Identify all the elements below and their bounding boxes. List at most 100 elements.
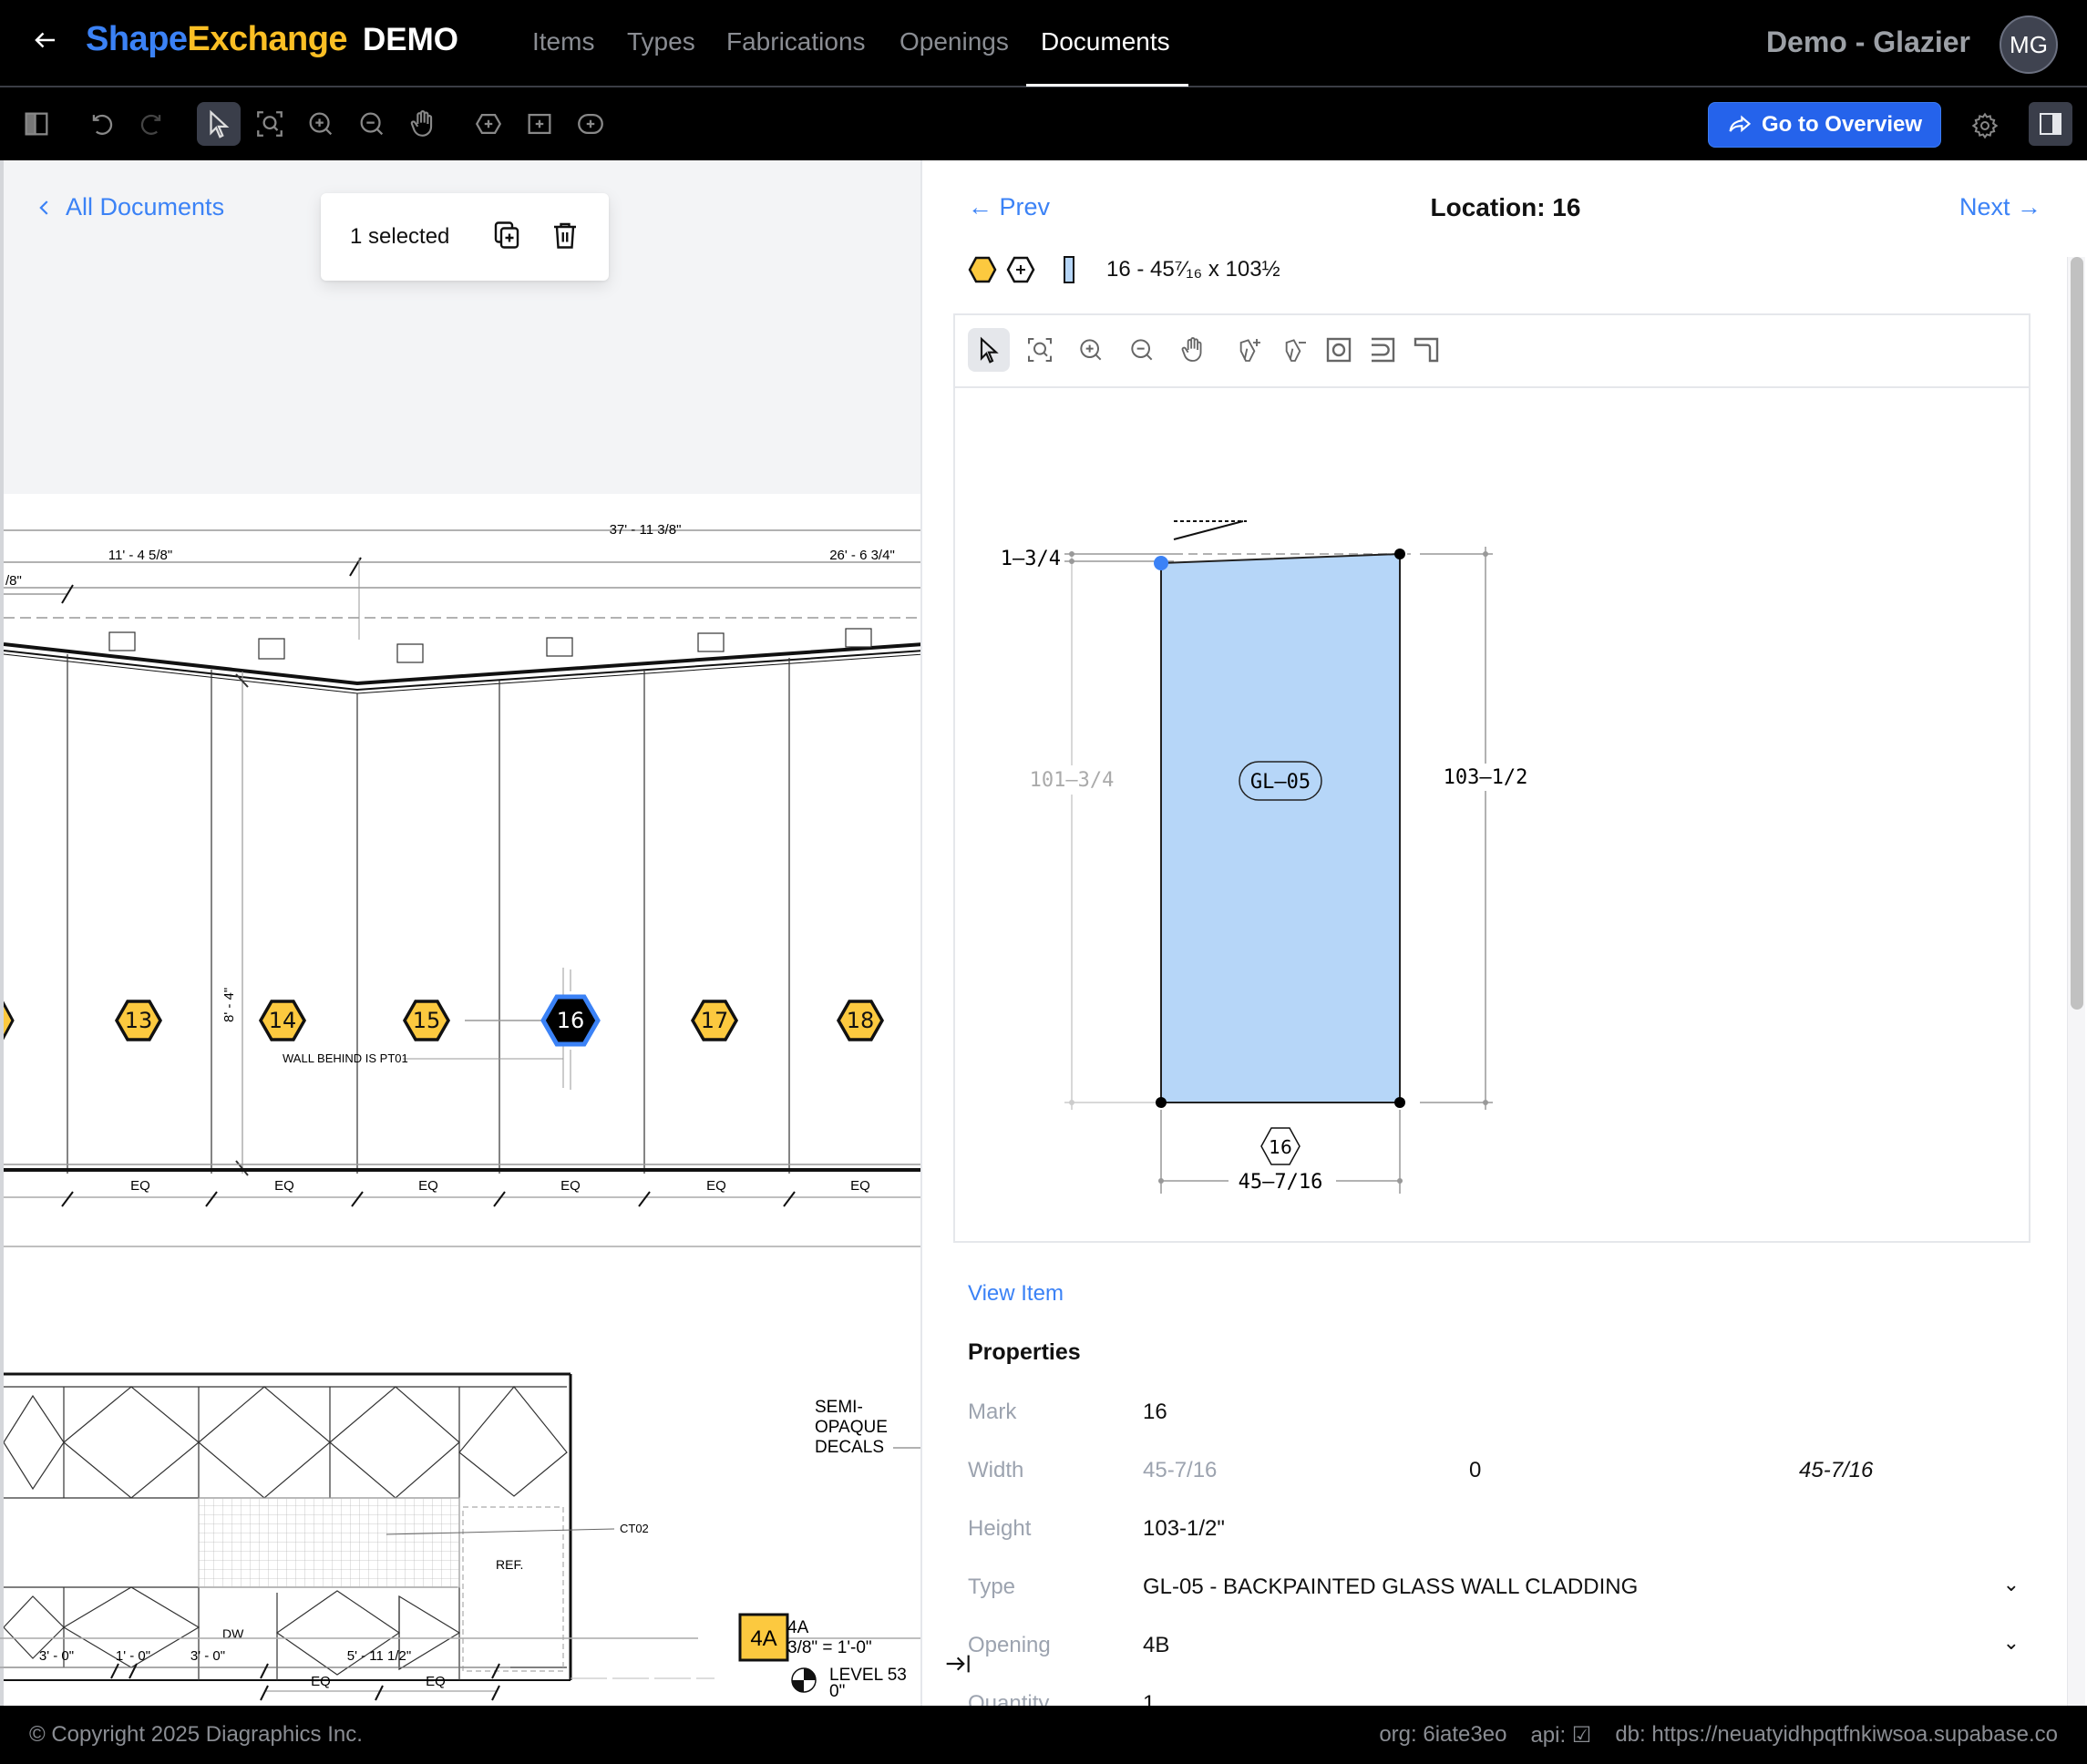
go-to-overview-button[interactable]: Go to Overview <box>1708 102 1941 148</box>
zoom-in-icon <box>1080 339 1102 361</box>
share-arrow-icon <box>1729 115 1752 133</box>
zoom-out-icon <box>360 112 384 136</box>
drawing-footer: 4A 4A 3/8" = 1'-0" 3' - 0" 1' - 0" 3' - … <box>0 1412 920 1706</box>
view-title: 4A <box>787 1618 809 1637</box>
tab-fabrications[interactable]: Fabrications <box>726 27 866 56</box>
back-button[interactable] <box>27 26 64 62</box>
type-select[interactable]: GL-05 - BACKPAINTED GLASS WALL CLADDING <box>1143 1574 1638 1600</box>
hex-tag-label: 15 <box>413 1008 441 1033</box>
note-wall-behind: WALL BEHIND IS PT01 <box>283 1051 408 1065</box>
vertex-top-left-selected[interactable] <box>1154 556 1168 570</box>
select-tool-button[interactable] <box>197 102 241 146</box>
editor-hole-button[interactable] <box>1318 328 1360 372</box>
zoom-fit-icon <box>257 111 283 137</box>
brand-shape: Shape <box>86 20 188 58</box>
dim-tick <box>205 1191 218 1207</box>
hex-tag-18[interactable]: 18 <box>836 1000 885 1041</box>
api-status: api: ☑ <box>1530 1723 1592 1748</box>
property-row-opening[interactable]: Opening 4B ⌄ <box>968 1631 2025 1669</box>
hex-tag-16[interactable]: 16 <box>540 969 601 1090</box>
vertex-top-right[interactable] <box>1394 549 1405 559</box>
dim-tick <box>638 1191 651 1207</box>
property-value[interactable]: 16 <box>1143 1400 1167 1425</box>
square-plus-icon <box>528 113 551 135</box>
chevron-down-icon[interactable]: ⌄ <box>2003 1631 2020 1655</box>
vertex-bottom-right[interactable] <box>1394 1097 1405 1108</box>
avatar[interactable]: MG <box>2000 15 2058 74</box>
dim-overall: 37' - 11 3/8" <box>610 522 682 538</box>
chevron-left-icon <box>39 200 48 215</box>
panel-shape[interactable] <box>1160 552 1401 1103</box>
property-row-type[interactable]: Type GL-05 - BACKPAINTED GLASS WALL CLAD… <box>968 1573 2025 1611</box>
hole-icon <box>1326 337 1352 363</box>
hex-tag-13[interactable]: 13 <box>114 1000 163 1041</box>
editor-select-button[interactable] <box>968 328 1010 372</box>
tab-openings[interactable]: Openings <box>900 27 1009 56</box>
hex-tag-14[interactable]: 14 <box>258 1000 307 1041</box>
hex-tag-partial[interactable] <box>4 1000 15 1041</box>
tag-layer: 13 14 15 16 17 18 <box>4 969 885 1090</box>
hexagon-plus-icon[interactable] <box>1006 256 1035 283</box>
shape-editor-toolbar <box>955 315 2029 388</box>
dim-eq: EQ <box>130 1178 150 1194</box>
add-hex-tag-button[interactable] <box>467 102 510 146</box>
editor-zoom-fit-button[interactable] <box>1019 328 1061 372</box>
property-value[interactable]: 1 <box>1143 1691 1155 1706</box>
hex-tag-17[interactable]: 17 <box>690 1000 739 1041</box>
property-value[interactable]: 45-7/16 <box>1143 1458 1217 1483</box>
vertex-bottom-left[interactable] <box>1156 1097 1167 1108</box>
scroll-thumb[interactable] <box>2071 257 2083 1010</box>
property-value-computed: 45-7/16 <box>1799 1458 1874 1482</box>
property-label: Height <box>968 1516 1032 1541</box>
footer: © Copyright 2025 Diagraphics Inc. org: 6… <box>0 1706 2087 1764</box>
editor-notch-button[interactable] <box>1362 328 1403 372</box>
tab-types[interactable]: Types <box>627 27 695 56</box>
toggle-right-panel-button[interactable] <box>2029 102 2072 146</box>
bottom-dim-3: 3' - 0" <box>190 1648 225 1664</box>
delete-button[interactable] <box>549 219 581 251</box>
all-documents-link[interactable]: All Documents <box>36 193 224 221</box>
toggle-left-panel-button[interactable] <box>15 102 58 146</box>
pan-tool-button[interactable] <box>401 102 445 146</box>
location-detail-panel: ← Prev Location: 16 Next → 16 - 45⁷⁄₁₆ x… <box>920 160 2087 1706</box>
editor-corner-button[interactable] <box>1405 328 1447 372</box>
settings-button[interactable] <box>1965 106 2005 146</box>
dim-left-height: 101–3/4 <box>1030 769 1115 792</box>
chevron-down-icon[interactable]: ⌄ <box>2003 1573 2020 1596</box>
tab-documents[interactable]: Documents <box>1041 27 1170 56</box>
dim-eq: EQ <box>274 1178 294 1194</box>
editor-remove-point-button[interactable] <box>1274 328 1316 372</box>
redo-button[interactable] <box>131 102 175 146</box>
next-button[interactable]: Next → <box>1959 193 2041 221</box>
editor-zoom-out-button[interactable] <box>1121 328 1163 372</box>
property-value-offset[interactable]: 0 <box>1469 1458 1481 1483</box>
pen-minus-icon <box>1285 339 1306 362</box>
shape-canvas[interactable]: 1–3/4 101–3/4 103–1/2 45–7/16 GL–05 16 <box>955 390 2029 1241</box>
undo-button[interactable] <box>78 102 122 146</box>
main-toolbar: Go to Overview <box>0 89 2087 160</box>
duplicate-button[interactable] <box>490 219 523 251</box>
zoom-fit-button[interactable] <box>248 102 292 146</box>
brand-logo[interactable]: ShapeExchange <box>86 20 348 59</box>
collapse-panel-button[interactable] <box>944 1651 973 1683</box>
zoom-out-icon <box>1131 339 1153 361</box>
zoom-out-button[interactable] <box>350 102 394 146</box>
add-box-tag-button[interactable] <box>518 102 561 146</box>
db-url: db: https://neuatyidhpqtfnkiwsoa.supabas… <box>1615 1722 2058 1747</box>
zoom-in-icon <box>309 112 333 136</box>
editor-add-point-button[interactable] <box>1229 328 1270 372</box>
opening-select[interactable]: 4B <box>1143 1633 1169 1658</box>
property-label: Opening <box>968 1633 1051 1657</box>
add-circle-tag-button[interactable] <box>569 102 612 146</box>
hex-tag-label: 17 <box>701 1008 729 1033</box>
editor-pan-button[interactable] <box>1172 328 1214 372</box>
brand-exchange: Exchange <box>187 20 348 58</box>
selection-popup: 1 selected <box>321 193 609 281</box>
hex-tag-15[interactable]: 15 <box>402 1000 451 1041</box>
view-item-link[interactable]: View Item <box>968 1281 1064 1307</box>
editor-zoom-in-button[interactable] <box>1070 328 1112 372</box>
property-value[interactable]: 103-1/2" <box>1143 1516 1225 1542</box>
zoom-in-button[interactable] <box>299 102 343 146</box>
scrollbar[interactable] <box>2067 257 2085 1706</box>
tab-items[interactable]: Items <box>532 27 594 56</box>
